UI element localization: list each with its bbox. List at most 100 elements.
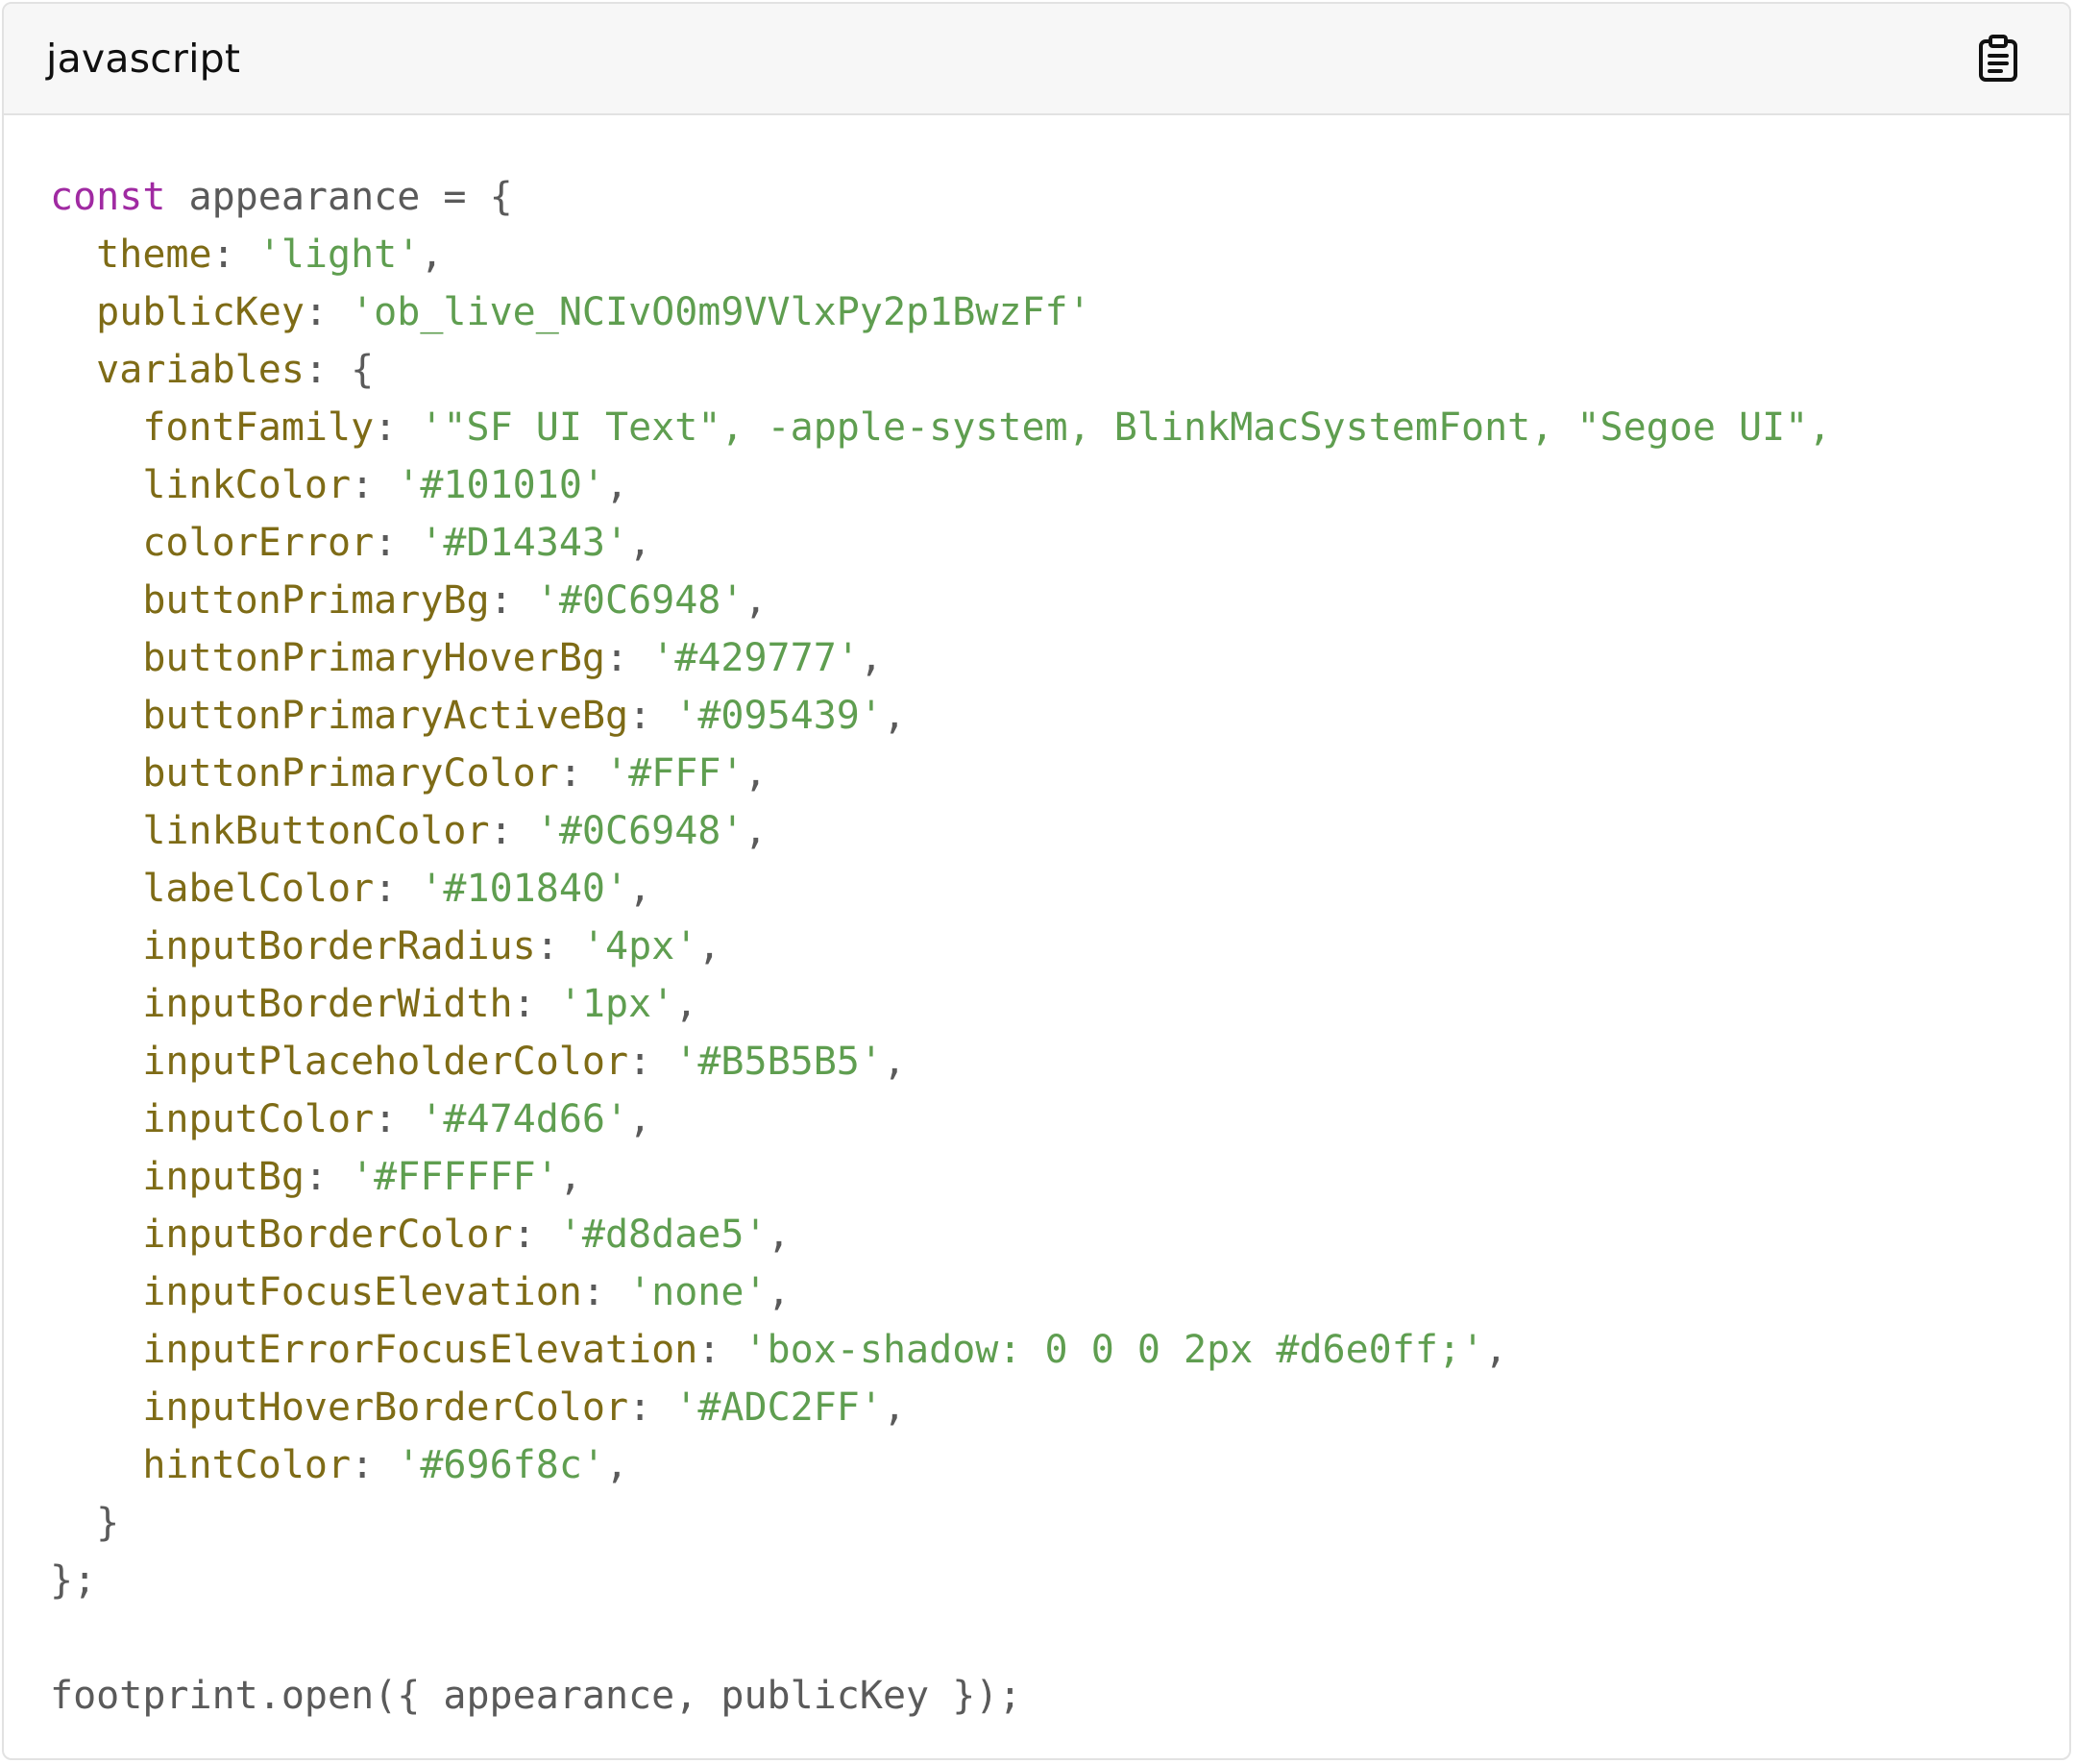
code-line: inputColor: '#474d66', xyxy=(50,1090,2069,1148)
code-token-string: '#474d66' xyxy=(420,1097,629,1141)
code-block: javascript const appearance = { theme: '… xyxy=(2,2,2071,1760)
code-line: footprint.open({ appearance, publicKey }… xyxy=(50,1667,2069,1725)
code-token-punct: , xyxy=(767,1270,791,1314)
code-token-punct: , xyxy=(882,1385,907,1430)
code-token-punct: : xyxy=(374,521,421,565)
code-line: variables: { xyxy=(50,341,2069,399)
code-body: const appearance = { theme: 'light', pub… xyxy=(4,115,2069,1725)
code-line: inputPlaceholderColor: '#B5B5B5', xyxy=(50,1033,2069,1090)
code-line: publicKey: 'ob_live_NCIvO0m9VVlxPy2p1Bwz… xyxy=(50,283,2069,341)
code-token-prop: linkButtonColor xyxy=(50,809,490,853)
code-token-prop: linkColor xyxy=(50,463,352,507)
code-token-punct: : xyxy=(351,463,398,507)
code-line: linkColor: '#101010', xyxy=(50,456,2069,514)
code-line: buttonPrimaryActiveBg: '#095439', xyxy=(50,687,2069,745)
code-token-punct: , xyxy=(1484,1328,1508,1372)
code-token-punct: , xyxy=(882,694,907,738)
code-line: const appearance = { xyxy=(50,168,2069,226)
code-token-punct: , xyxy=(744,751,768,796)
code-content[interactable]: const appearance = { theme: 'light', pub… xyxy=(50,168,2069,1725)
code-line: } xyxy=(50,1494,2069,1552)
code-token-punct: : xyxy=(628,1040,675,1084)
code-token-punct: , xyxy=(744,578,768,623)
code-token-punct: , xyxy=(674,982,698,1026)
code-token-prop: publicKey xyxy=(50,290,305,334)
code-token-punct: : xyxy=(489,578,536,623)
code-line: buttonPrimaryColor: '#FFF', xyxy=(50,745,2069,802)
code-line: colorError: '#D14343', xyxy=(50,514,2069,572)
code-token-punct: : xyxy=(628,694,675,738)
code-token-punct: , xyxy=(744,809,768,853)
code-line: hintColor: '#696f8c', xyxy=(50,1436,2069,1494)
code-token-punct: : { xyxy=(304,348,375,392)
code-line: labelColor: '#101840', xyxy=(50,860,2069,918)
code-line: inputBorderRadius: '4px', xyxy=(50,918,2069,975)
code-token-string: '#0C6948' xyxy=(535,809,745,853)
code-token-string: '#ADC2FF' xyxy=(674,1385,883,1430)
code-token-punct: , xyxy=(697,924,721,968)
code-token-prop: theme xyxy=(50,233,212,277)
code-token-punct: : xyxy=(535,924,582,968)
code-line: inputBorderColor: '#d8dae5', xyxy=(50,1206,2069,1263)
code-token-punct: , xyxy=(859,636,883,680)
code-token-punct: : xyxy=(374,867,421,911)
code-token-punct: : xyxy=(351,1443,398,1487)
clipboard-icon xyxy=(1979,35,2017,82)
code-token-punct: , xyxy=(628,1097,652,1141)
code-token-prop: fontFamily xyxy=(50,405,375,450)
code-line: }; xyxy=(50,1552,2069,1609)
code-token-prop: inputBorderColor xyxy=(50,1213,513,1257)
code-token-punct: : xyxy=(211,233,258,277)
code-token-string: 'ob_live_NCIvO0m9VVlxPy2p1BwzFf' xyxy=(351,290,1091,334)
code-token-punct: : xyxy=(374,1097,421,1141)
code-token-prop: hintColor xyxy=(50,1443,352,1487)
code-block-header: javascript xyxy=(4,4,2069,115)
code-token-punct: : xyxy=(512,1213,559,1257)
code-token-punct: , xyxy=(605,463,629,507)
code-token-punct: : xyxy=(558,751,605,796)
code-token-prop: buttonPrimaryActiveBg xyxy=(50,694,629,738)
code-token-prop: buttonPrimaryHoverBg xyxy=(50,636,605,680)
code-token-string: 'light' xyxy=(257,233,421,277)
code-token-string: '#429777' xyxy=(651,636,860,680)
code-token-keyword: const xyxy=(50,175,166,219)
code-token-string: '"SF UI Text", -apple-system, BlinkMacSy… xyxy=(420,405,1832,450)
code-line: inputBg: '#FFFFFF', xyxy=(50,1148,2069,1206)
code-token-string: '#D14343' xyxy=(420,521,629,565)
code-token-punct: , xyxy=(882,1040,907,1084)
code-token-prop: inputBorderWidth xyxy=(50,982,513,1026)
code-token-punct: : xyxy=(304,1155,352,1199)
code-token-punct: : xyxy=(489,809,536,853)
code-token-punct: : xyxy=(697,1328,745,1372)
code-token-string: '#0C6948' xyxy=(535,578,745,623)
code-token-prop: labelColor xyxy=(50,867,375,911)
code-token-ident: appearance xyxy=(165,175,444,219)
code-token-punct: }; xyxy=(50,1558,97,1603)
code-token-string: '#696f8c' xyxy=(397,1443,605,1487)
code-token-string: '#d8dae5' xyxy=(558,1213,768,1257)
code-token-string: '#101840' xyxy=(420,867,629,911)
code-token-punct: = { xyxy=(443,175,513,219)
code-token-prop: inputColor xyxy=(50,1097,375,1141)
code-line: linkButtonColor: '#0C6948', xyxy=(50,802,2069,860)
code-token-prop: inputErrorFocusElevation xyxy=(50,1328,698,1372)
code-token-string: '1px' xyxy=(558,982,675,1026)
code-token-punct: } xyxy=(50,1501,120,1545)
code-token-prop: inputPlaceholderColor xyxy=(50,1040,629,1084)
code-token-punct: , xyxy=(628,867,652,911)
code-token-prop: inputBg xyxy=(50,1155,305,1199)
code-token-punct: : xyxy=(512,982,559,1026)
code-token-string: '#101010' xyxy=(397,463,605,507)
code-token-prop: inputHoverBorderColor xyxy=(50,1385,629,1430)
code-token-prop: variables xyxy=(50,348,305,392)
code-line: inputBorderWidth: '1px', xyxy=(50,975,2069,1033)
code-token-prop: inputFocusElevation xyxy=(50,1270,582,1314)
code-line: buttonPrimaryBg: '#0C6948', xyxy=(50,572,2069,629)
code-token-punct: : xyxy=(604,636,652,680)
copy-code-button[interactable] xyxy=(1969,30,2027,87)
code-token-string: '4px' xyxy=(581,924,698,968)
code-token-punct: : xyxy=(374,405,421,450)
code-token-punct: , xyxy=(628,521,652,565)
code-token-prop: buttonPrimaryColor xyxy=(50,751,559,796)
